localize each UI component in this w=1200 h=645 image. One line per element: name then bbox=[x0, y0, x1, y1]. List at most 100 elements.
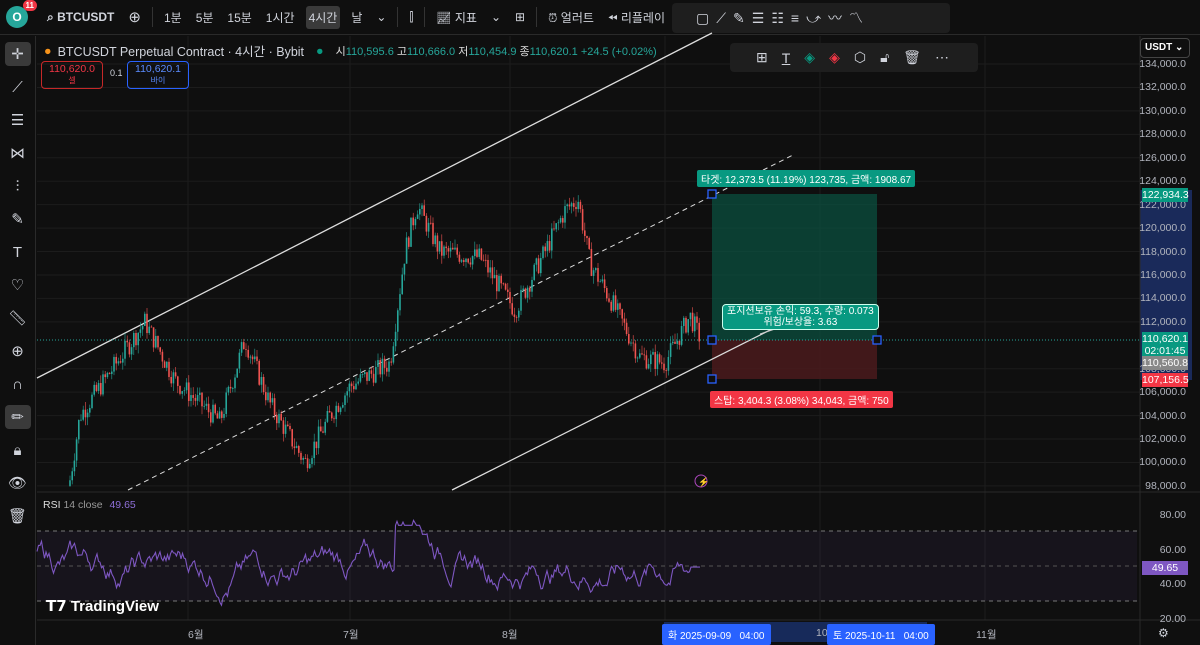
candle-body bbox=[663, 363, 665, 371]
candle-body bbox=[324, 421, 326, 433]
candle-body bbox=[447, 248, 450, 252]
candle-body bbox=[227, 386, 230, 393]
candle-body bbox=[647, 364, 650, 369]
candle-body bbox=[619, 303, 621, 310]
candle-body bbox=[661, 362, 663, 364]
candle-body bbox=[537, 258, 540, 274]
candle-body bbox=[111, 371, 113, 374]
candle-body bbox=[614, 295, 617, 310]
candle-body bbox=[344, 395, 346, 406]
candle-body bbox=[267, 392, 269, 401]
candle-body bbox=[188, 382, 190, 402]
buy-button[interactable]: 110,620.1 바이 bbox=[127, 61, 189, 89]
candle-body bbox=[533, 264, 535, 280]
template-icon[interactable]: ⊞ bbox=[756, 49, 768, 66]
candle-body bbox=[493, 275, 496, 279]
candle-body bbox=[218, 411, 221, 419]
candle-body bbox=[476, 249, 478, 257]
candle-body bbox=[480, 248, 483, 260]
candle-body bbox=[148, 326, 150, 334]
candle-body bbox=[665, 370, 667, 372]
position-loss-zone[interactable] bbox=[712, 340, 877, 379]
candle-body bbox=[353, 386, 355, 390]
candle-body bbox=[326, 411, 329, 422]
candle-body bbox=[465, 258, 467, 263]
sell-button[interactable]: 110,620.0 셀 bbox=[41, 61, 103, 89]
candle-body bbox=[150, 326, 153, 328]
candle-body bbox=[392, 346, 395, 363]
candle-body bbox=[401, 274, 403, 295]
candle-body bbox=[564, 206, 566, 223]
candle-body bbox=[458, 254, 461, 262]
candle-body bbox=[386, 367, 388, 372]
symbol-title[interactable]: BTCUSDT Perpetual Contract · 4시간 · Bybit bbox=[58, 41, 304, 60]
candle-body bbox=[375, 366, 377, 383]
candle-body bbox=[287, 424, 289, 427]
price-tick: 128,000.0 bbox=[1139, 128, 1186, 141]
candle-body bbox=[577, 201, 579, 210]
candle-body bbox=[359, 374, 362, 382]
candle-body bbox=[368, 370, 370, 381]
candle-body bbox=[251, 356, 254, 360]
price-tick: 126,000.0 bbox=[1139, 151, 1186, 164]
candle-body bbox=[592, 270, 595, 276]
candle-body bbox=[124, 340, 126, 359]
candle-body bbox=[271, 398, 274, 403]
candle-body bbox=[590, 248, 593, 276]
fill-loss-icon[interactable]: ◈ bbox=[829, 49, 840, 66]
candle-body bbox=[295, 446, 298, 448]
candle-body bbox=[225, 392, 227, 414]
candle-body bbox=[97, 383, 100, 391]
axis-settings-icon[interactable]: ⚙ bbox=[1158, 626, 1169, 640]
fill-profit-icon[interactable]: ◈ bbox=[804, 49, 815, 66]
candle-body bbox=[522, 288, 524, 290]
candle-body bbox=[342, 405, 344, 408]
candle-body bbox=[117, 361, 120, 364]
price-tick: 134,000.0 bbox=[1139, 58, 1186, 70]
candle-body bbox=[199, 392, 201, 395]
candle-body bbox=[410, 217, 412, 247]
candle-body bbox=[502, 283, 505, 285]
rsi-tick: 40.00 bbox=[1159, 578, 1186, 590]
candle-body bbox=[337, 405, 340, 412]
price-tick: 132,000.0 bbox=[1139, 81, 1186, 94]
candle-body bbox=[144, 313, 146, 326]
candle-body bbox=[181, 391, 183, 394]
price-tick: 114,000.0 bbox=[1140, 292, 1186, 305]
more-icon[interactable]: ⋯ bbox=[935, 49, 949, 66]
candle-body bbox=[166, 361, 168, 368]
target-label: 타겟: 12,373.5 (11.19%) 123,735, 금액: 1908.… bbox=[697, 170, 916, 187]
candle-body bbox=[634, 343, 637, 359]
settings-icon[interactable]: ⬡ bbox=[854, 49, 866, 66]
trash-icon[interactable]: 🗑︎ bbox=[903, 49, 921, 66]
price-tick: 120,000.0 bbox=[1139, 222, 1186, 235]
candle-body bbox=[313, 441, 315, 459]
candle-body bbox=[694, 316, 696, 332]
candle-body bbox=[221, 411, 223, 418]
candle-body bbox=[606, 287, 608, 299]
candle-body bbox=[540, 258, 542, 274]
candle-body bbox=[416, 214, 419, 219]
candle-body bbox=[471, 256, 474, 265]
candle-body bbox=[575, 206, 577, 210]
stop-price-label: 107,156.5 bbox=[1142, 373, 1189, 387]
candle-body bbox=[639, 353, 641, 358]
candle-body bbox=[205, 403, 208, 406]
candle-body bbox=[669, 343, 672, 357]
unlock-icon[interactable]: 🔓︎ bbox=[880, 49, 889, 66]
candle-body bbox=[320, 426, 322, 432]
sell-price: 110,620.0 bbox=[49, 63, 95, 75]
lightning-glyph: ⚡ bbox=[698, 476, 709, 488]
candle-body bbox=[214, 404, 216, 414]
candle-body bbox=[680, 326, 683, 345]
target-price-label: 122,934.3 bbox=[1142, 188, 1189, 202]
time-cursor-start: 화 2025-09-09 04:00 bbox=[662, 624, 771, 645]
candle-body bbox=[491, 267, 494, 279]
text-style-icon[interactable]: T bbox=[782, 50, 791, 66]
chart-canvas[interactable]: ⚡ bbox=[0, 0, 1200, 645]
candle-body bbox=[240, 342, 243, 353]
currency-select[interactable]: USDT ⌄ bbox=[1140, 38, 1190, 58]
candle-body bbox=[414, 218, 417, 226]
candle-body bbox=[504, 283, 507, 290]
buy-price: 110,620.1 bbox=[135, 63, 181, 75]
